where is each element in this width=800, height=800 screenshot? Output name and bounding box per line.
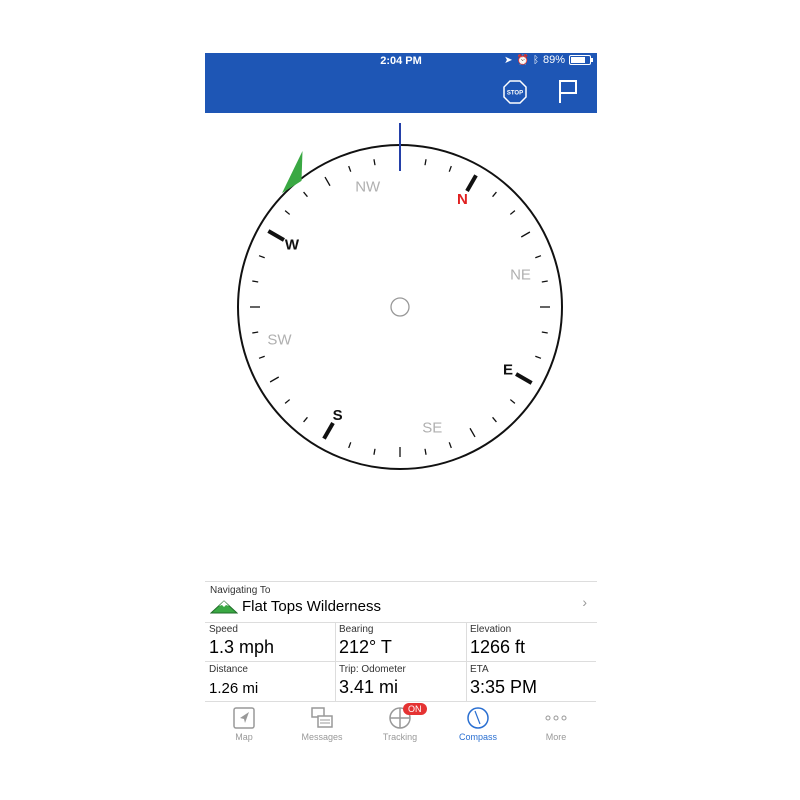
stat-bearing: Bearing 212° T: [335, 622, 467, 662]
tab-bar: Map Messages Tracking ON Compass More: [205, 700, 597, 753]
stat-speed: Speed 1.3 mph: [205, 622, 336, 662]
stat-value: 1.26 mi: [209, 680, 259, 697]
compass-icon: [467, 707, 489, 729]
stat-label: Speed: [209, 624, 238, 635]
stat-trip-odometer: Trip: Odometer 3.41 mi: [335, 662, 467, 702]
more-dots-icon: [545, 715, 567, 721]
compass-label-w: W: [285, 237, 300, 254]
tab-label: Map: [235, 732, 253, 742]
tab-messages[interactable]: Messages: [283, 706, 361, 742]
stop-button[interactable]: STOP: [503, 80, 527, 104]
stat-value: 212° T: [339, 637, 392, 657]
map-arrow-icon: [233, 707, 255, 729]
compass-label-s: S: [333, 407, 343, 424]
tab-more[interactable]: More: [517, 706, 595, 742]
compass-label-e: E: [503, 361, 513, 378]
tab-compass[interactable]: Compass: [439, 706, 517, 742]
tab-map[interactable]: Map: [205, 706, 283, 742]
chevron-right-icon: ›: [582, 594, 587, 610]
compass-label-nw: NW: [355, 179, 381, 196]
battery-percent: 89%: [542, 54, 565, 66]
compass-label-se: SE: [422, 419, 442, 436]
app-header: 2:04 PM ➤ ⏰ ᛒ 89% STOP: [205, 53, 597, 113]
status-icons: ➤ ⏰ ᛒ 89%: [504, 54, 593, 66]
destination-name: Flat Tops Wilderness: [242, 598, 381, 615]
phone-screen: 2:04 PM ➤ ⏰ ᛒ 89% STOP N NE E SE S SW W NW Navi…: [205, 53, 597, 753]
tab-label: More: [545, 732, 567, 742]
location-arrow-icon: ➤: [504, 54, 513, 66]
compass-label-ne: NE: [510, 267, 531, 284]
stat-value: 3:35 PM: [470, 677, 538, 697]
navigating-to-row[interactable]: Navigating To Flat Tops Wilderness ›: [205, 582, 597, 623]
stat-elevation: Elevation 1266 ft: [466, 622, 596, 662]
stat-label: Elevation: [470, 624, 512, 635]
navigation-panel: Navigating To Flat Tops Wilderness › Spe…: [205, 581, 597, 702]
battery-icon: [569, 55, 593, 65]
tracking-on-badge: ON: [403, 703, 427, 715]
stat-label: Bearing: [339, 624, 374, 635]
stat-distance: Distance 1.26 mi: [205, 662, 336, 702]
stat-label: Trip: Odometer: [339, 664, 406, 675]
compass-ring: [237, 144, 563, 470]
compass-area: N NE E SE S SW W NW: [205, 113, 597, 583]
compass-label-n: N: [457, 191, 468, 208]
messages-icon: [311, 707, 333, 728]
navigating-to-label: Navigating To: [210, 585, 271, 596]
stat-label: ETA: [470, 664, 489, 675]
stat-value: 1266 ft: [470, 637, 526, 657]
bluetooth-icon: ᛒ: [532, 54, 539, 66]
flag-button[interactable]: [555, 77, 581, 105]
svg-text:STOP: STOP: [507, 91, 523, 97]
mountain-icon: [210, 599, 238, 613]
compass-dial[interactable]: N NE E SE S SW W NW: [205, 113, 597, 583]
alarm-icon: ⏰: [516, 54, 529, 66]
stat-eta: ETA 3:35 PM: [466, 662, 596, 702]
stat-value: 1.3 mph: [209, 637, 275, 657]
stat-label: Distance: [209, 664, 248, 675]
tab-label: Messages: [301, 732, 343, 742]
tab-label: Compass: [458, 732, 497, 742]
stat-value: 3.41 mi: [339, 677, 399, 697]
tab-tracking[interactable]: Tracking ON: [361, 703, 439, 742]
tab-label: Tracking: [382, 732, 418, 742]
compass-label-sw: SW: [267, 331, 292, 348]
